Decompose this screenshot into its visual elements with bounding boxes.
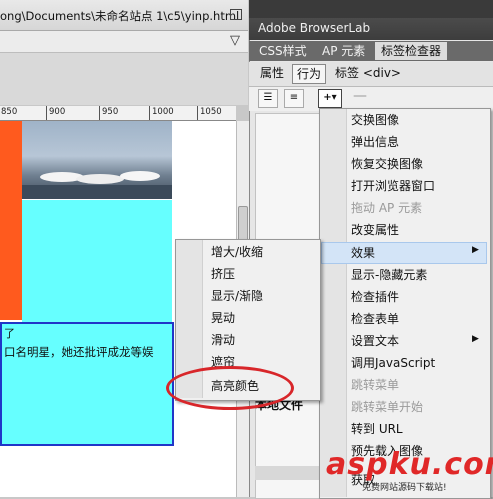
menu-item-check-plugin[interactable]: 检查插件 xyxy=(351,287,399,307)
menu-icon-strip xyxy=(320,109,347,497)
restore-window-icon[interactable] xyxy=(230,9,242,20)
menu-item-restore-swap-image[interactable]: 恢复交换图像 xyxy=(351,154,423,174)
watermark-logo: aspku.com xyxy=(326,447,493,482)
remove-behavior-icon[interactable]: — xyxy=(353,88,367,104)
menu-item-set-text[interactable]: 设置文本 xyxy=(351,331,399,351)
menu-item-effects[interactable]: 效果 xyxy=(351,243,375,263)
ruler-label: 1050 xyxy=(200,107,222,117)
document-path: ong\Documents\未命名站点 1\c5\yinp.html xyxy=(0,9,240,23)
document-text-mark: 了 xyxy=(4,327,15,340)
submenu-arrow-icon: ▶ xyxy=(472,334,479,344)
menu-item-validate-form[interactable]: 检查表单 xyxy=(351,309,399,329)
document-toolbar-area xyxy=(0,53,248,105)
menu-item-jump-menu-go: 跳转菜单开始 xyxy=(351,400,424,414)
menu-item-show-hide-elements[interactable]: 显示-隐藏元素 xyxy=(351,265,427,285)
submenu-item-grow-shrink[interactable]: 增大/收缩 xyxy=(211,242,263,262)
menu-item-change-property[interactable]: 改变属性 xyxy=(351,220,399,240)
menu-item-swap-image[interactable]: 交换图像 xyxy=(351,110,399,130)
show-set-events-icon[interactable]: ☰ xyxy=(258,89,278,108)
submenu-item-slide[interactable]: 滑动 xyxy=(211,330,235,350)
menu-item-drag-ap-element: 拖动 AP 元素 xyxy=(351,201,423,215)
photo-art xyxy=(22,171,172,199)
browserlab-title: Adobe BrowserLab xyxy=(258,21,371,35)
filter-icon[interactable]: ▽ xyxy=(230,33,240,48)
orange-block xyxy=(0,121,22,320)
ruler-label: 900 xyxy=(49,107,66,117)
submenu-item-shake[interactable]: 晃动 xyxy=(211,308,235,328)
document-text: 口名明星，她还批评成龙等娱 xyxy=(4,345,154,359)
menu-item-go-to-url[interactable]: 转到 URL xyxy=(351,419,403,439)
tag-label: 标签 <div> xyxy=(335,66,401,80)
menu-item-open-browser-window[interactable]: 打开浏览器窗口 xyxy=(351,176,435,196)
files-bar xyxy=(255,466,323,480)
submenu-arrow-icon: ▶ xyxy=(472,245,479,255)
tab-ap-elements[interactable]: AP 元素 xyxy=(316,42,371,60)
annotation-circle xyxy=(166,366,294,410)
ruler-label: 850 xyxy=(1,107,18,117)
document-toolbar xyxy=(0,31,248,53)
cyan-block xyxy=(22,200,172,322)
tab-css-styles[interactable]: CSS样式 xyxy=(253,42,313,60)
menu-highlight xyxy=(321,242,487,264)
submenu-item-squish[interactable]: 挤压 xyxy=(211,264,235,284)
menu-item-call-javascript[interactable]: 调用JavaScript xyxy=(351,353,435,373)
tab-tag-inspector[interactable]: 标签检查器 xyxy=(375,42,448,60)
menu-item-jump-menu: 跳转菜单 xyxy=(351,378,400,392)
tab-attributes[interactable]: 属性 xyxy=(256,64,288,82)
menu-item-popup-message[interactable]: 弹出信息 xyxy=(351,132,399,152)
horizontal-ruler: 850 900 950 1000 1050 xyxy=(0,106,236,121)
photo-image[interactable] xyxy=(22,121,172,199)
tab-behaviors[interactable]: 行为 xyxy=(292,64,327,84)
selected-div[interactable] xyxy=(0,322,174,446)
show-all-events-icon[interactable]: ≡ xyxy=(284,89,304,108)
watermark-subtitle: 免费网站源码下载站! xyxy=(362,483,447,493)
submenu-item-appear-fade[interactable]: 显示/渐隐 xyxy=(211,286,263,306)
ruler-label: 950 xyxy=(102,107,119,117)
panel-top-bar xyxy=(249,0,493,18)
ruler-label: 1000 xyxy=(152,107,174,117)
add-behavior-button[interactable]: +▾ xyxy=(318,89,342,108)
